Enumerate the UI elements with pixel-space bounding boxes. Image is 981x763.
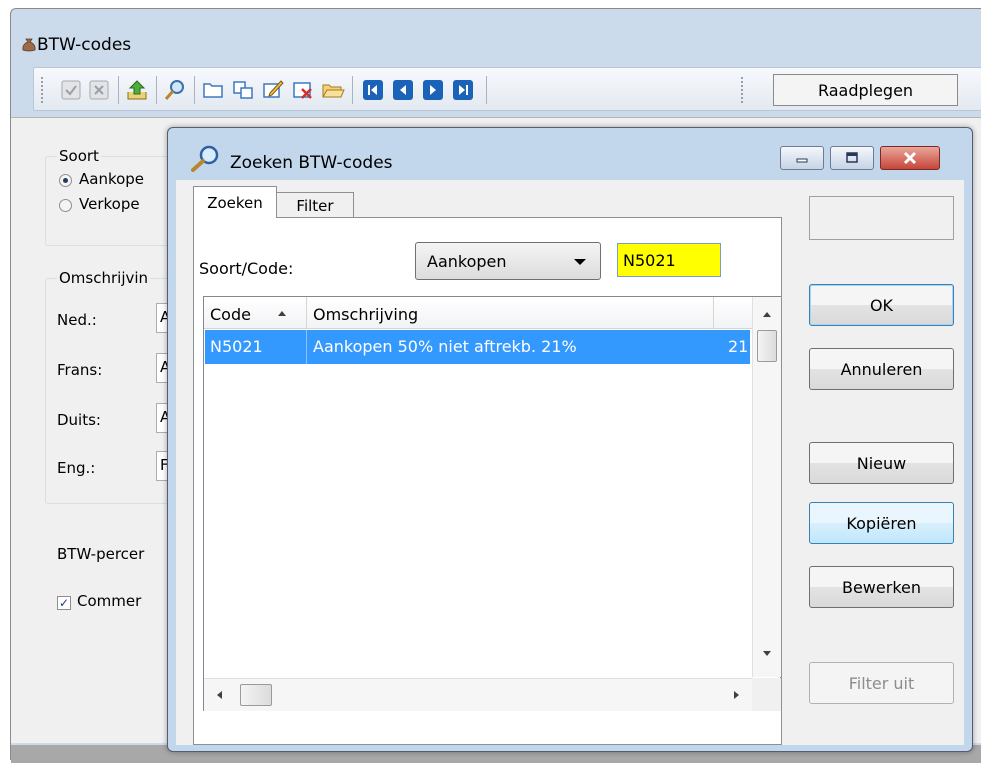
scroll-up-icon[interactable] bbox=[763, 312, 771, 317]
annuleren-button[interactable]: Annuleren bbox=[809, 348, 954, 390]
soort-code-label: Soort/Code: bbox=[199, 259, 294, 278]
ok-button[interactable]: OK bbox=[809, 284, 954, 326]
edit-icon[interactable] bbox=[260, 77, 286, 103]
delete-icon[interactable] bbox=[290, 77, 316, 103]
table-row[interactable]: N5021 Aankopen 50% niet aftrekb. 21% 21 bbox=[205, 330, 750, 364]
commentaar-label: Commer bbox=[77, 592, 142, 610]
btw-percentage-label: BTW-percer bbox=[57, 545, 145, 563]
tab-zoeken[interactable]: Zoeken bbox=[193, 186, 277, 218]
search-icon bbox=[191, 145, 219, 172]
nieuw-button[interactable]: Nieuw bbox=[809, 442, 954, 484]
vertical-scroll-thumb[interactable] bbox=[757, 330, 777, 362]
minimize-icon bbox=[796, 158, 808, 163]
scroll-left-icon[interactable] bbox=[217, 691, 222, 699]
scroll-down-icon[interactable] bbox=[763, 651, 771, 656]
toolbar-separator bbox=[156, 76, 157, 104]
toolbar-grip[interactable] bbox=[740, 76, 744, 104]
omschrijving-group-title: Omschrijvin bbox=[57, 269, 151, 287]
sort-ascending-icon bbox=[278, 311, 286, 316]
first-record-icon[interactable] bbox=[360, 77, 386, 103]
soort-group-title: Soort bbox=[57, 147, 101, 165]
maximize-icon bbox=[846, 152, 858, 163]
confirm-icon[interactable] bbox=[58, 77, 84, 103]
app-money-bag-icon bbox=[22, 38, 36, 52]
cancel-icon[interactable] bbox=[86, 77, 112, 103]
tab-filter[interactable]: Filter bbox=[277, 192, 354, 218]
search-icon[interactable] bbox=[162, 77, 188, 103]
next-record-icon[interactable] bbox=[420, 77, 446, 103]
close-button[interactable] bbox=[880, 146, 940, 170]
radio-aankopen[interactable] bbox=[59, 174, 72, 187]
ned-label: Ned.: bbox=[57, 311, 97, 329]
horizontal-scrollbar[interactable] bbox=[204, 678, 752, 711]
previous-record-icon[interactable] bbox=[390, 77, 416, 103]
soort-select-value: Aankopen bbox=[427, 252, 507, 271]
column-header-extra[interactable] bbox=[713, 297, 752, 329]
copy-icon[interactable] bbox=[230, 77, 256, 103]
new-icon[interactable] bbox=[200, 77, 226, 103]
toolbar: Raadplegen bbox=[33, 67, 981, 111]
toolbar-separator bbox=[352, 76, 353, 104]
cell-code: N5021 bbox=[210, 337, 263, 356]
mode-indicator: Raadplegen bbox=[773, 74, 958, 106]
vertical-scrollbar[interactable] bbox=[752, 297, 781, 677]
bewerken-button[interactable]: Bewerken bbox=[809, 566, 954, 608]
duits-label: Duits: bbox=[57, 411, 101, 429]
radio-aankopen-label: Aankope bbox=[79, 170, 145, 188]
open-folder-icon[interactable] bbox=[320, 77, 346, 103]
frans-label: Frans: bbox=[57, 361, 103, 379]
scroll-right-icon[interactable] bbox=[734, 691, 739, 699]
dialog-title: Zoeken BTW-codes bbox=[230, 153, 393, 173]
minimize-button[interactable] bbox=[780, 146, 824, 170]
code-input[interactable] bbox=[617, 243, 721, 277]
dialog-client: Zoeken Filter Soort/Code: Aankopen Code … bbox=[176, 180, 964, 745]
blank-panel bbox=[809, 196, 954, 240]
cell-omschrijving: Aankopen 50% niet aftrekb. 21% bbox=[313, 337, 577, 356]
results-grid[interactable]: Code Omschrijving N5021 Aankopen 50% nie… bbox=[203, 296, 781, 711]
commentaar-checkbox[interactable]: ✓ bbox=[57, 596, 71, 610]
maximize-button[interactable] bbox=[830, 146, 874, 170]
row-divider bbox=[306, 330, 307, 364]
column-header-omschrijving[interactable]: Omschrijving bbox=[306, 297, 713, 329]
chevron-down-icon bbox=[574, 259, 586, 265]
last-record-icon[interactable] bbox=[450, 77, 476, 103]
scrollbar-corner bbox=[752, 678, 781, 711]
close-icon bbox=[903, 151, 917, 165]
soort-select[interactable]: Aankopen bbox=[415, 242, 601, 280]
column-header-code[interactable]: Code bbox=[204, 297, 306, 329]
kopieren-button[interactable]: Kopiëren bbox=[809, 502, 954, 544]
radio-verkopen-label: Verkope bbox=[79, 195, 140, 213]
toolbar-separator bbox=[486, 76, 487, 104]
toolbar-grip[interactable] bbox=[40, 76, 44, 104]
eng-label: Eng.: bbox=[57, 459, 96, 477]
toolbar-separator bbox=[194, 76, 195, 104]
radio-verkopen[interactable] bbox=[59, 199, 72, 212]
cell-extra: 21 bbox=[728, 337, 749, 356]
search-dialog: Zoeken BTW-codes Zoeken Filter Soort/Cod… bbox=[167, 127, 973, 752]
filter-uit-button[interactable]: Filter uit bbox=[809, 662, 954, 704]
horizontal-scroll-thumb[interactable] bbox=[240, 684, 272, 706]
toolbar-separator bbox=[118, 76, 119, 104]
column-header-code-label: Code bbox=[210, 305, 251, 324]
export-icon[interactable] bbox=[124, 77, 150, 103]
window-title: BTW-codes bbox=[37, 35, 132, 55]
